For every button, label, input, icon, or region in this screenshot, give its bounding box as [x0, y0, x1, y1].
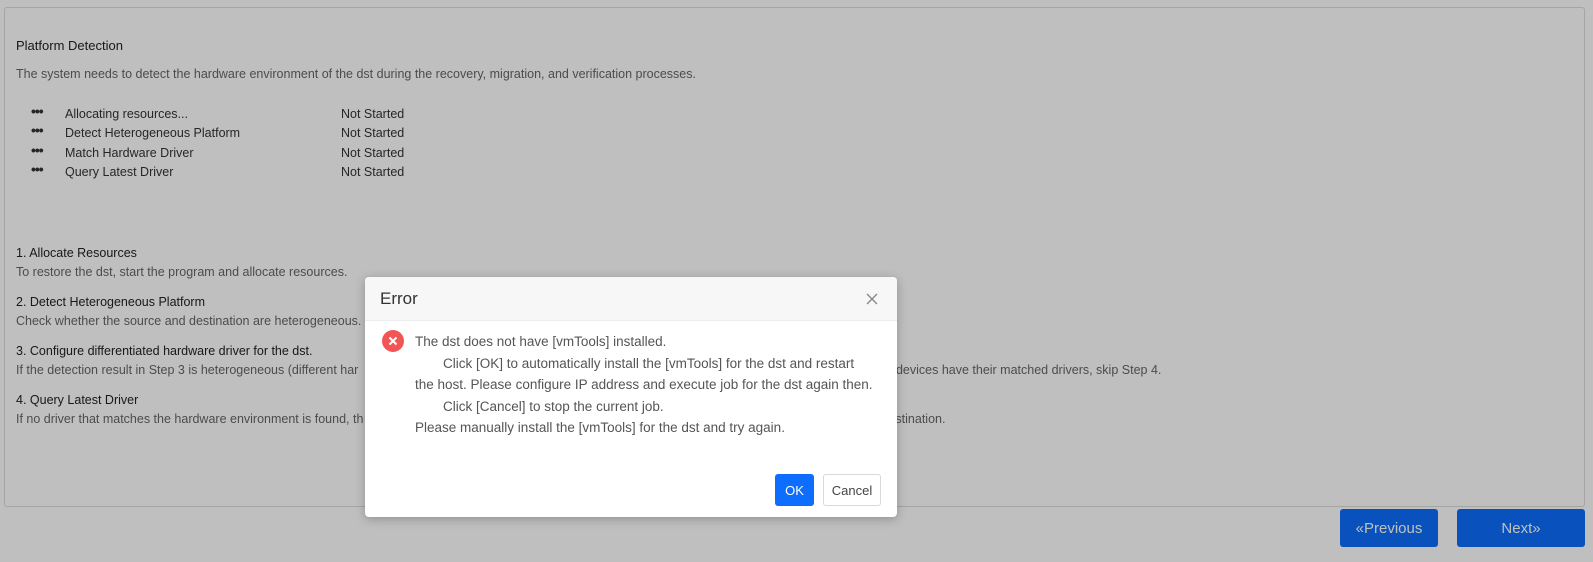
message-line: Click [OK] to automatically install the …	[415, 355, 873, 393]
ok-button[interactable]: OK	[775, 474, 814, 506]
dialog-header: Error	[365, 277, 897, 321]
message-line: Please manually install the [vmTools] fo…	[415, 420, 785, 436]
cancel-button[interactable]: Cancel	[823, 474, 881, 506]
message-line: Click [Cancel] to stop the current job.	[443, 398, 664, 414]
error-dialog: Error The dst does not have [vmTools] in…	[365, 277, 897, 517]
error-message: The dst does not have [vmTools] installe…	[415, 331, 873, 439]
message-line: The dst does not have [vmTools] installe…	[415, 334, 667, 349]
dialog-body: The dst does not have [vmTools] installe…	[365, 321, 897, 439]
dialog-title: Error	[380, 288, 418, 308]
close-icon[interactable]	[864, 291, 880, 307]
dialog-footer: OK Cancel	[775, 474, 881, 506]
